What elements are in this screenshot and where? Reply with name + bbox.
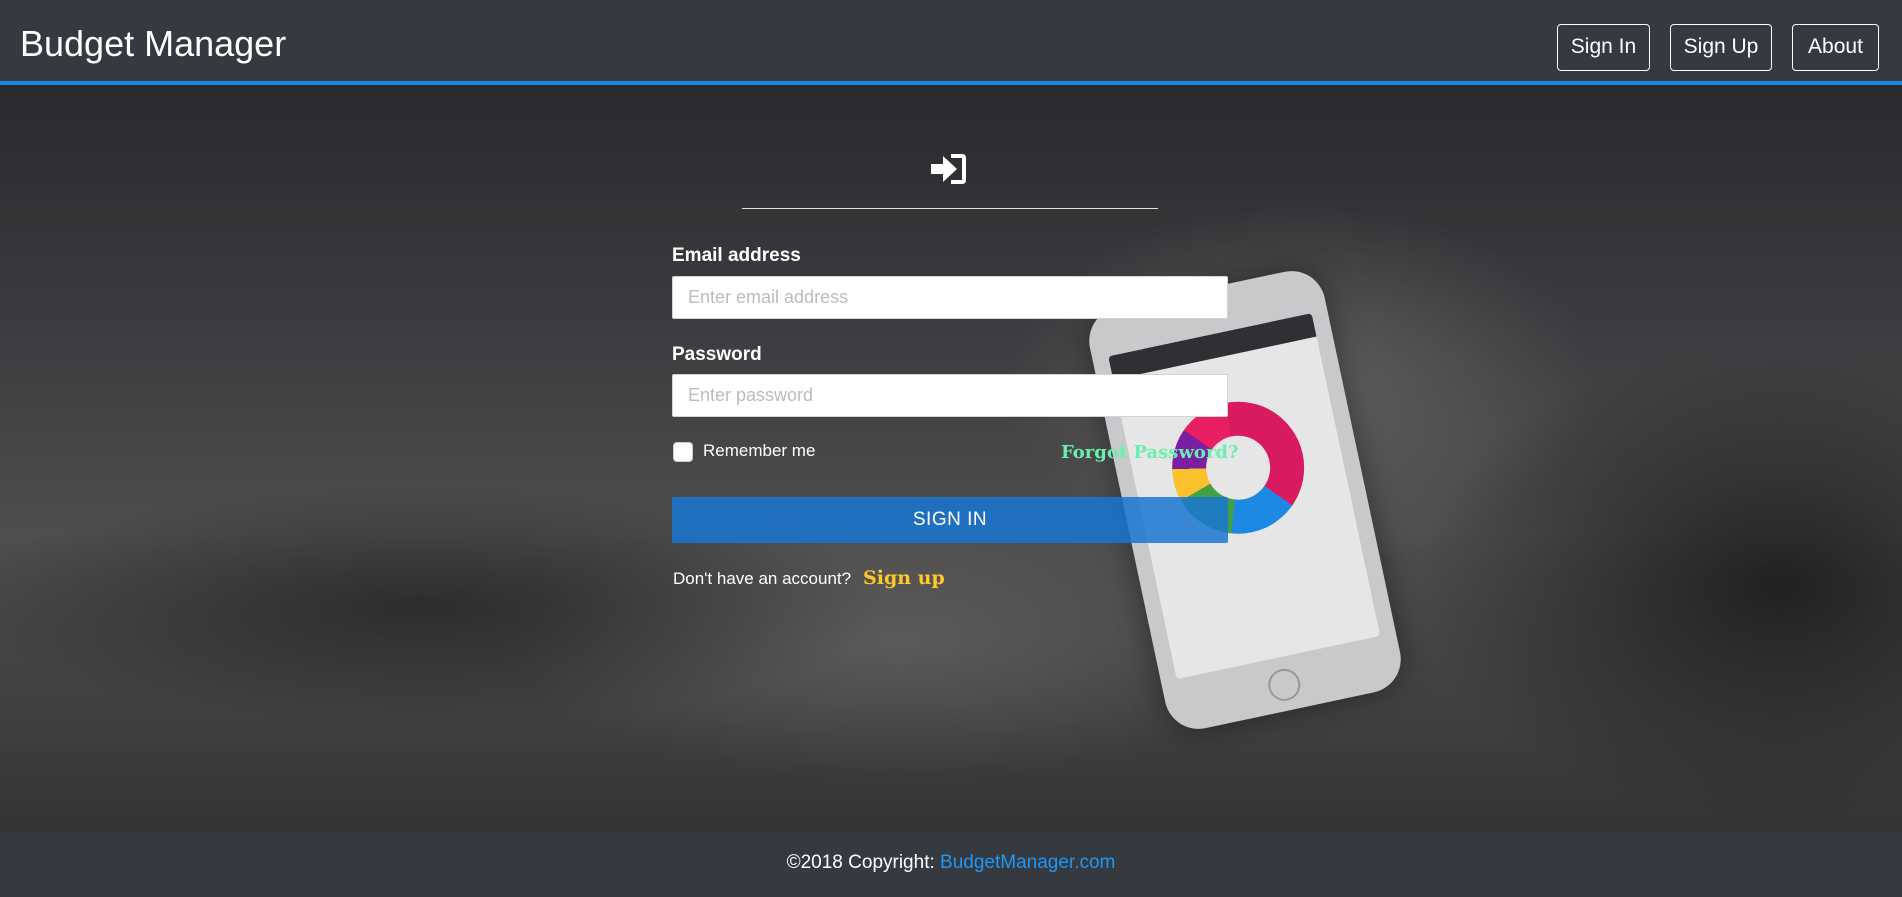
email-label: Email address	[672, 245, 801, 266]
navbar: Budget Manager Sign In Sign Up About	[0, 0, 1902, 85]
nav-about-button[interactable]: About	[1792, 24, 1879, 71]
remember-me-checkbox[interactable]	[673, 442, 693, 462]
password-field[interactable]	[672, 374, 1228, 417]
form-divider	[742, 208, 1158, 209]
footer: ©2018 Copyright: BudgetManager.com	[0, 832, 1902, 897]
sign-up-link[interactable]: Sign up	[863, 567, 945, 589]
footer-text: ©2018 Copyright: BudgetManager.com	[0, 852, 1902, 874]
sign-in-button[interactable]: SIGN IN	[672, 497, 1228, 543]
password-label: Password	[672, 344, 762, 365]
forgot-password-link[interactable]: Forgot Password?	[1061, 442, 1239, 463]
nav-sign-in-button[interactable]: Sign In	[1557, 24, 1650, 71]
sign-in-icon	[931, 154, 966, 184]
remember-me-label[interactable]: Remember me	[703, 441, 815, 461]
login-form: Email address Password Remember me Forgo…	[0, 85, 1902, 832]
email-field[interactable]	[672, 276, 1228, 319]
no-account-text: Don't have an account?	[673, 569, 852, 588]
nav-sign-up-button[interactable]: Sign Up	[1670, 24, 1772, 71]
footer-site-link[interactable]: BudgetManager.com	[940, 852, 1115, 873]
brand-title[interactable]: Budget Manager	[20, 22, 286, 66]
copyright-text: ©2018 Copyright:	[786, 852, 935, 873]
